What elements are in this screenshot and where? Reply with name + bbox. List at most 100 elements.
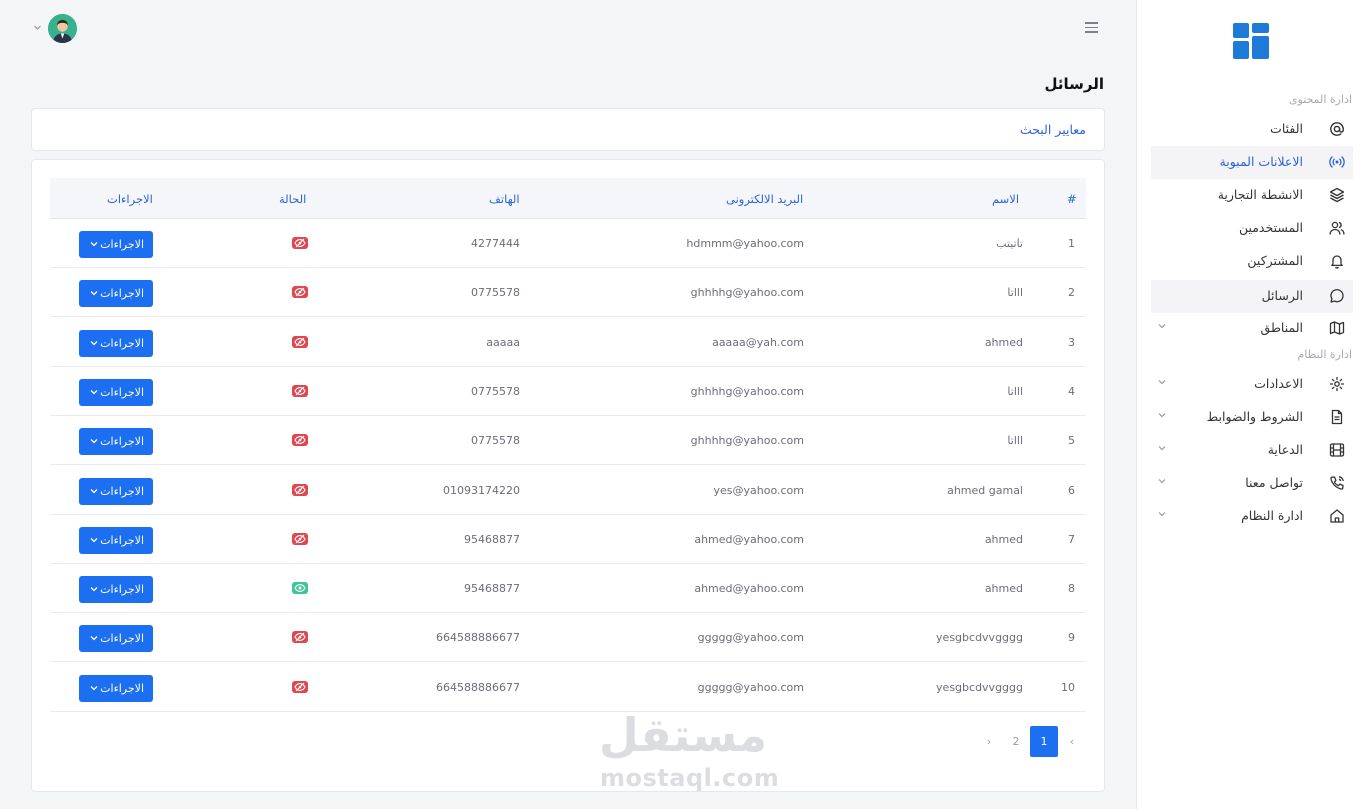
actions-dropdown-button[interactable]: الاجراءات bbox=[79, 576, 153, 603]
column-header-email: البريد الالكترونى bbox=[726, 192, 804, 206]
status-hidden-badge[interactable] bbox=[292, 484, 308, 496]
sidebar-item-label: الشروط والضوابط bbox=[1206, 409, 1303, 424]
eye-off-icon bbox=[294, 287, 306, 297]
status-hidden-badge[interactable] bbox=[292, 434, 308, 446]
actions-button-label: الاجراءات bbox=[100, 485, 144, 498]
status-hidden-badge[interactable] bbox=[292, 237, 308, 249]
sidebar-item-regions[interactable]: المناطق bbox=[1151, 312, 1353, 345]
cell-email: ghhhhg@yahoo.com bbox=[690, 434, 804, 447]
sidebar: ادارة المحتوى الفئات الاعلانات المبوبة ا… bbox=[1136, 0, 1366, 809]
sidebar-item-categories[interactable]: الفئات bbox=[1151, 113, 1353, 146]
film-icon bbox=[1329, 443, 1345, 457]
actions-button-label: الاجراءات bbox=[100, 386, 144, 399]
actions-dropdown-button[interactable]: الاجراءات bbox=[79, 675, 153, 702]
actions-dropdown-button[interactable]: الاجراءات bbox=[79, 280, 153, 307]
table-row bbox=[50, 416, 1086, 465]
sidebar-item-label: الانشطة التجارية bbox=[1217, 187, 1303, 202]
status-visible-badge[interactable] bbox=[292, 582, 308, 594]
table-row bbox=[50, 613, 1086, 662]
sidebar-item-users[interactable]: المستخدمين bbox=[1151, 212, 1353, 245]
sidebar-item-label: الفئات bbox=[1270, 121, 1303, 136]
sidebar-item-messages[interactable]: الرسائل bbox=[1151, 280, 1353, 313]
cell-phone: 0775578 bbox=[471, 434, 520, 447]
cell-name: ahmed bbox=[984, 582, 1023, 595]
user-avatar-icon bbox=[48, 14, 77, 43]
sidebar-item-contact[interactable]: تواصل معنا bbox=[1151, 467, 1353, 500]
cell-phone: 664588886677 bbox=[436, 681, 520, 694]
cell-index: 7 bbox=[1068, 533, 1075, 546]
eye-off-icon bbox=[294, 238, 306, 248]
actions-dropdown-button[interactable]: الاجراءات bbox=[79, 379, 153, 406]
chevron-down-icon bbox=[1158, 479, 1166, 484]
actions-dropdown-button[interactable]: الاجراءات bbox=[79, 428, 153, 455]
chevron-down-icon bbox=[90, 439, 98, 444]
sidebar-item-ads[interactable]: الدعاية bbox=[1151, 434, 1353, 467]
sidebar-item-label: الدعاية bbox=[1267, 442, 1303, 457]
status-hidden-badge[interactable] bbox=[292, 631, 308, 643]
cell-name: ahmed bbox=[984, 336, 1023, 349]
column-header-name: الاسم bbox=[992, 192, 1020, 206]
actions-dropdown-button[interactable]: الاجراءات bbox=[79, 478, 153, 505]
table-header bbox=[50, 178, 1086, 219]
chevron-down-icon bbox=[90, 390, 98, 395]
status-hidden-badge[interactable] bbox=[292, 336, 308, 348]
cell-name: تاlll bbox=[1007, 385, 1023, 398]
cell-email: ahmed@yahoo.com bbox=[694, 533, 804, 546]
actions-button-label: الاجراءات bbox=[100, 337, 144, 350]
cell-email: hdmmm@yahoo.com bbox=[686, 237, 804, 250]
table-row bbox=[50, 268, 1086, 317]
chevron-down-icon bbox=[1158, 446, 1166, 451]
page-title: الرسائل bbox=[1044, 75, 1104, 93]
dashboard-logo[interactable] bbox=[1233, 23, 1269, 59]
cell-phone: 4277444 bbox=[471, 237, 520, 250]
at-sign-icon bbox=[1330, 122, 1344, 136]
cell-phone: 0775578 bbox=[471, 286, 520, 299]
table-row bbox=[50, 318, 1086, 367]
cell-index: 1 bbox=[1068, 237, 1075, 250]
table-row bbox=[50, 219, 1086, 268]
actions-dropdown-button[interactable]: الاجراءات bbox=[79, 330, 153, 357]
pagination-prev[interactable]: ‹ bbox=[1058, 726, 1086, 757]
sidebar-item-subscribers[interactable]: المشتركين bbox=[1151, 245, 1353, 278]
cell-email: yes@yahoo.com bbox=[713, 484, 805, 497]
avatar-chevron-down-icon[interactable] bbox=[33, 24, 42, 31]
chevron-down-icon bbox=[1158, 324, 1166, 329]
chevron-down-icon bbox=[90, 291, 98, 296]
actions-button-label: الاجراءات bbox=[100, 287, 144, 300]
hamburger-menu-icon[interactable] bbox=[1085, 22, 1098, 33]
actions-dropdown-button[interactable]: الاجراءات bbox=[79, 231, 153, 258]
message-circle-icon bbox=[1330, 289, 1344, 303]
actions-dropdown-button[interactable]: الاجراءات bbox=[79, 527, 153, 554]
chevron-down-icon bbox=[90, 686, 98, 691]
eye-off-icon bbox=[294, 534, 306, 544]
cell-email: aaaaa@yah.com bbox=[712, 336, 804, 349]
actions-dropdown-button[interactable]: الاجراءات bbox=[79, 625, 153, 652]
chevron-down-icon bbox=[90, 242, 98, 247]
section-title-content: ادارة المحتوى bbox=[1288, 93, 1352, 106]
avatar[interactable] bbox=[48, 14, 77, 43]
pagination-page-2[interactable]: 2 bbox=[1002, 726, 1030, 757]
search-criteria-toggle[interactable]: معايير البحث bbox=[1020, 122, 1086, 137]
chevron-down-icon bbox=[1158, 512, 1166, 517]
watermark-arabic: مستقل bbox=[598, 708, 768, 762]
cell-index: 9 bbox=[1068, 631, 1075, 644]
chevron-down-icon bbox=[90, 636, 98, 641]
chevron-down-icon bbox=[1158, 413, 1166, 418]
pagination-page-1[interactable]: 1 bbox=[1030, 726, 1058, 757]
status-hidden-badge[interactable] bbox=[292, 385, 308, 397]
cell-phone: 664588886677 bbox=[436, 631, 520, 644]
sidebar-item-system-admin[interactable]: ادارة النظام bbox=[1151, 500, 1353, 533]
eye-off-icon bbox=[294, 632, 306, 642]
cell-email: ghhhhg@yahoo.com bbox=[690, 385, 804, 398]
sidebar-item-businesses[interactable]: الانشطة التجارية bbox=[1151, 179, 1353, 212]
pagination-next[interactable]: › bbox=[975, 726, 1003, 757]
status-hidden-badge[interactable] bbox=[292, 681, 308, 693]
cell-phone: aaaaa bbox=[486, 336, 520, 349]
sidebar-item-classified-ads[interactable]: الاعلانات المبوبة bbox=[1151, 146, 1353, 179]
status-hidden-badge[interactable] bbox=[292, 286, 308, 298]
sidebar-item-settings[interactable]: الاعدادات bbox=[1151, 368, 1353, 401]
cell-email: ahmed@yahoo.com bbox=[694, 582, 804, 595]
chevron-down-icon bbox=[90, 489, 98, 494]
sidebar-item-terms[interactable]: الشروط والضوابط bbox=[1151, 401, 1353, 434]
status-hidden-badge[interactable] bbox=[292, 533, 308, 545]
